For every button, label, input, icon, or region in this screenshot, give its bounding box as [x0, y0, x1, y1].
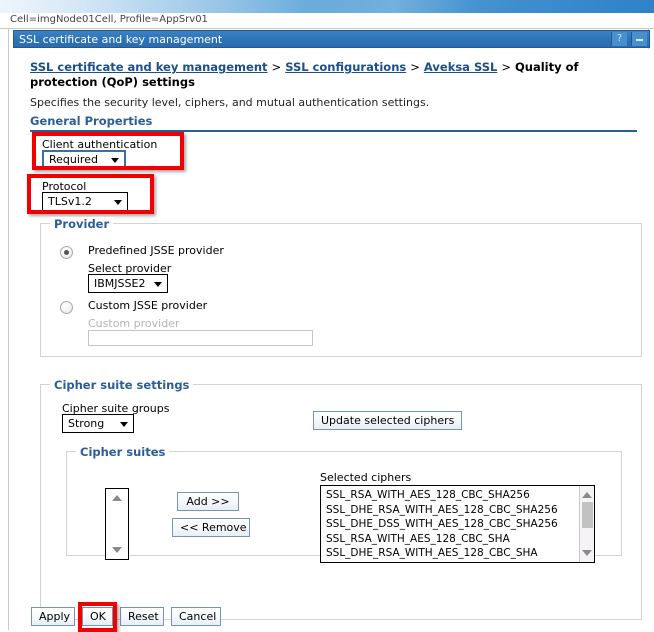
reset-button[interactable]: Reset: [120, 607, 164, 626]
available-ciphers-listbox[interactable]: [105, 488, 129, 560]
chevron-down-icon: [120, 421, 128, 427]
portlet-title-bar: SSL certificate and key management ?: [13, 30, 650, 48]
highlight-box-client-authentication: [32, 132, 184, 170]
breadcrumb-separator-3: >: [501, 60, 511, 74]
cell-profile-bar: Cell=imgNode01Cell, Profile=AppSrv01: [0, 13, 654, 29]
cipher-suite-settings-legend: Cipher suite settings: [50, 378, 194, 392]
scrollbar-thumb[interactable]: [582, 502, 593, 528]
cipher-suite-groups-value: Strong: [68, 417, 105, 430]
cancel-button[interactable]: Cancel: [171, 607, 221, 626]
list-item[interactable]: SSL_RSA_WITH_AES_128_CBC_SHA256: [326, 488, 576, 503]
list-item[interactable]: SSL_RSA_WITH_AES_128_CBC_SHA: [326, 532, 576, 547]
minimize-icon-glyph: [636, 39, 643, 41]
page-description: Specifies the security level, ciphers, a…: [30, 96, 430, 109]
cipher-suites-fieldset: Cipher suites Add >> << Remove Selected …: [66, 445, 622, 563]
window-gradient-header: [0, 0, 654, 13]
chevron-down-icon: [154, 281, 162, 287]
select-provider-value: IBMJSSE2: [94, 277, 146, 290]
selected-ciphers-label: Selected ciphers: [320, 471, 412, 484]
highlight-box-protocol: [27, 174, 154, 214]
list-item[interactable]: SSL_DHE_RSA_WITH_AES_128_CBC_SHA256: [326, 503, 576, 518]
cipher-suite-settings-fieldset: Cipher suite settings Cipher suite group…: [40, 378, 642, 620]
highlight-box-ok-button: [78, 602, 117, 632]
breadcrumb-separator-1: >: [271, 60, 282, 74]
cipher-suite-groups-select[interactable]: Strong: [62, 414, 134, 433]
portlet-title-text: SSL certificate and key management: [19, 33, 223, 46]
remove-cipher-button[interactable]: << Remove: [172, 518, 250, 537]
select-provider-dropdown[interactable]: IBMJSSE2: [88, 274, 168, 293]
breadcrumb-link-aveksa-ssl[interactable]: Aveksa SSL: [424, 60, 497, 74]
add-cipher-button[interactable]: Add >>: [177, 492, 239, 511]
portlet-content: SSL certificate and key management > SSL…: [9, 49, 649, 632]
radio-predefined-jsse-provider[interactable]: [60, 246, 73, 259]
breadcrumb-separator-2: >: [410, 60, 420, 74]
breadcrumb-link-ssl-configurations[interactable]: SSL configurations: [285, 60, 406, 74]
breadcrumb-link-ssl-cert-key-mgmt[interactable]: SSL certificate and key management: [30, 60, 268, 74]
selected-ciphers-items: SSL_RSA_WITH_AES_128_CBC_SHA256 SSL_DHE_R…: [326, 488, 576, 561]
apply-button[interactable]: Apply: [31, 607, 75, 626]
radio-custom-jsse-provider-label[interactable]: Custom JSSE provider: [88, 299, 207, 312]
question-mark-icon[interactable]: ?: [611, 32, 627, 46]
custom-provider-label: Custom provider: [88, 317, 180, 330]
list-item[interactable]: SSL_DHE_DSS_WITH_AES_128_CBC_SHA256: [326, 517, 576, 532]
selected-ciphers-scrollbar[interactable]: [579, 486, 594, 562]
provider-fieldset: Provider Predefined JSSE provider Select…: [40, 217, 642, 357]
selected-ciphers-listbox[interactable]: SSL_RSA_WITH_AES_128_CBC_SHA256 SSL_DHE_R…: [320, 485, 595, 563]
cipher-suites-legend: Cipher suites: [76, 445, 170, 459]
cell-profile-text: Cell=imgNode01Cell, Profile=AppSrv01: [10, 14, 208, 25]
scroll-down-icon[interactable]: [582, 550, 592, 556]
help-icon-glyph: ?: [616, 33, 623, 44]
scroll-up-icon[interactable]: [112, 495, 122, 501]
custom-provider-input[interactable]: [88, 330, 313, 346]
breadcrumb: SSL certificate and key management > SSL…: [30, 60, 630, 90]
list-item[interactable]: SSL_DHE_RSA_WITH_AES_128_CBC_SHA: [326, 546, 576, 561]
general-properties-heading: General Properties: [30, 114, 153, 128]
minimize-icon[interactable]: [631, 32, 647, 46]
provider-legend: Provider: [50, 217, 114, 231]
scroll-down-icon[interactable]: [112, 547, 122, 553]
radio-custom-jsse-provider[interactable]: [60, 301, 73, 314]
radio-predefined-jsse-provider-label[interactable]: Predefined JSSE provider: [88, 244, 224, 257]
scroll-up-icon[interactable]: [582, 492, 592, 498]
update-selected-ciphers-button[interactable]: Update selected ciphers: [313, 411, 463, 430]
